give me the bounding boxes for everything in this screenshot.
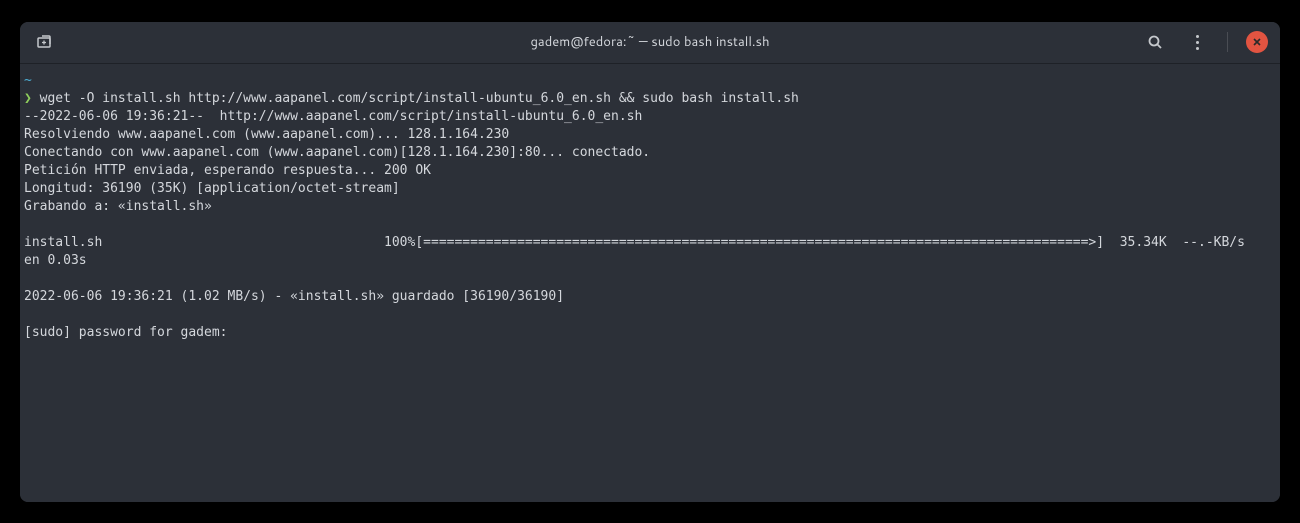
output-line: Petición HTTP enviada, esperando respues…: [24, 163, 431, 178]
close-button[interactable]: [1246, 31, 1268, 53]
new-tab-button[interactable]: [32, 30, 56, 54]
search-icon[interactable]: [1143, 30, 1167, 54]
titlebar: gadem@fedora:~ — sudo bash install.sh: [20, 22, 1280, 64]
titlebar-right: [1143, 30, 1268, 54]
progress-line: install.sh 100%[========================…: [24, 235, 1276, 268]
menu-icon[interactable]: [1185, 30, 1209, 54]
window-title: gadem@fedora:~ — sudo bash install.sh: [530, 33, 769, 51]
terminal-body[interactable]: ~ ❯ wget -O install.sh http://www.aapane…: [20, 64, 1280, 502]
output-line: 2022-06-06 19:36:21 (1.02 MB/s) - «insta…: [24, 289, 564, 304]
terminal-window: gadem@fedora:~ — sudo bash install.sh ~ …: [20, 22, 1280, 502]
titlebar-left: [32, 30, 56, 54]
tilde-marker: ~: [24, 73, 32, 88]
sudo-prompt: [sudo] password for gadem:: [24, 325, 235, 340]
command-text: wget -O install.sh http://www.aapanel.co…: [40, 91, 799, 106]
output-line: --2022-06-06 19:36:21-- http://www.aapan…: [24, 109, 642, 124]
output-line: Resolviendo www.aapanel.com (www.aapanel…: [24, 127, 509, 142]
output-line: Conectando con www.aapanel.com (www.aapa…: [24, 145, 650, 160]
output-line: Grabando a: «install.sh»: [24, 199, 212, 214]
prompt-symbol: ❯: [24, 91, 32, 106]
output-line: Longitud: 36190 (35K) [application/octet…: [24, 181, 400, 196]
divider: [1227, 32, 1228, 52]
